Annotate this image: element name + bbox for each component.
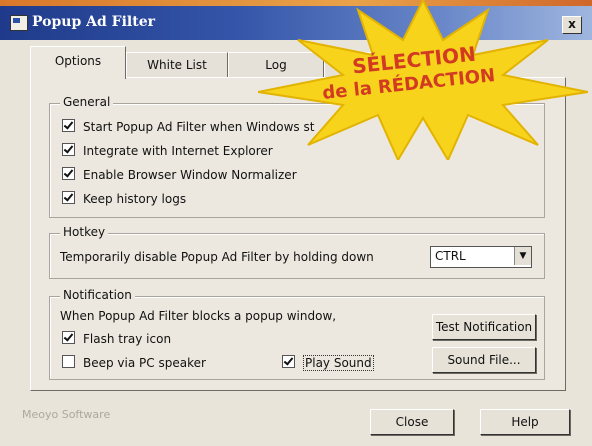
checkbox-label: Play Sound <box>303 355 374 371</box>
checkbox-box[interactable] <box>62 119 75 132</box>
vendor-label: Meoyo Software <box>22 408 111 421</box>
checkbox-box[interactable] <box>282 355 295 368</box>
integrate-ie-checkbox[interactable]: Integrate with Internet Explorer <box>62 143 273 159</box>
notification-group: Notification When Popup Ad Filter blocks… <box>49 288 545 380</box>
close-button[interactable]: Close <box>370 409 454 435</box>
help-button[interactable]: Help <box>480 409 570 435</box>
checkbox-label: Beep via PC speaker <box>83 356 206 370</box>
hotkey-group-label: Hotkey <box>60 225 109 239</box>
test-notification-button[interactable]: Test Notification <box>432 314 536 340</box>
window-title: Popup Ad Filter <box>32 14 155 30</box>
tab-white-list[interactable]: White List <box>126 52 228 77</box>
checkbox-label: Enable Browser Window Normalizer <box>83 168 297 182</box>
sound-file-button[interactable]: Sound File... <box>432 347 536 373</box>
checkbox-box[interactable] <box>62 331 75 344</box>
checkbox-box[interactable] <box>62 167 75 180</box>
checkbox-label: Flash tray icon <box>83 332 172 346</box>
checkbox-box[interactable] <box>62 143 75 156</box>
hotkey-description: Temporarily disable Popup Ad Filter by h… <box>60 250 374 264</box>
window-normalizer-checkbox[interactable]: Enable Browser Window Normalizer <box>62 167 297 183</box>
checkbox-box[interactable] <box>62 191 75 204</box>
tab-options[interactable]: Options <box>30 46 126 79</box>
checkbox-label: Keep history logs <box>83 192 187 206</box>
checkbox-label: Integrate with Internet Explorer <box>83 144 273 158</box>
notification-group-label: Notification <box>60 288 135 302</box>
checkbox-box[interactable] <box>62 355 75 368</box>
chevron-down-icon[interactable]: ▼ <box>514 247 531 265</box>
hotkey-selected-value: CTRL <box>435 249 466 263</box>
flash-tray-checkbox[interactable]: Flash tray icon <box>62 331 171 347</box>
app-icon <box>10 15 28 31</box>
play-sound-checkbox[interactable]: Play Sound <box>282 355 374 371</box>
beep-pc-speaker-checkbox[interactable]: Beep via PC speaker <box>62 355 206 371</box>
hotkey-select[interactable]: CTRL ▼ <box>430 246 532 268</box>
keep-history-checkbox[interactable]: Keep history logs <box>62 191 186 207</box>
notification-description: When Popup Ad Filter blocks a popup wind… <box>60 309 337 323</box>
hotkey-group: Hotkey Temporarily disable Popup Ad Filt… <box>49 225 545 279</box>
general-group-label: General <box>60 95 114 109</box>
